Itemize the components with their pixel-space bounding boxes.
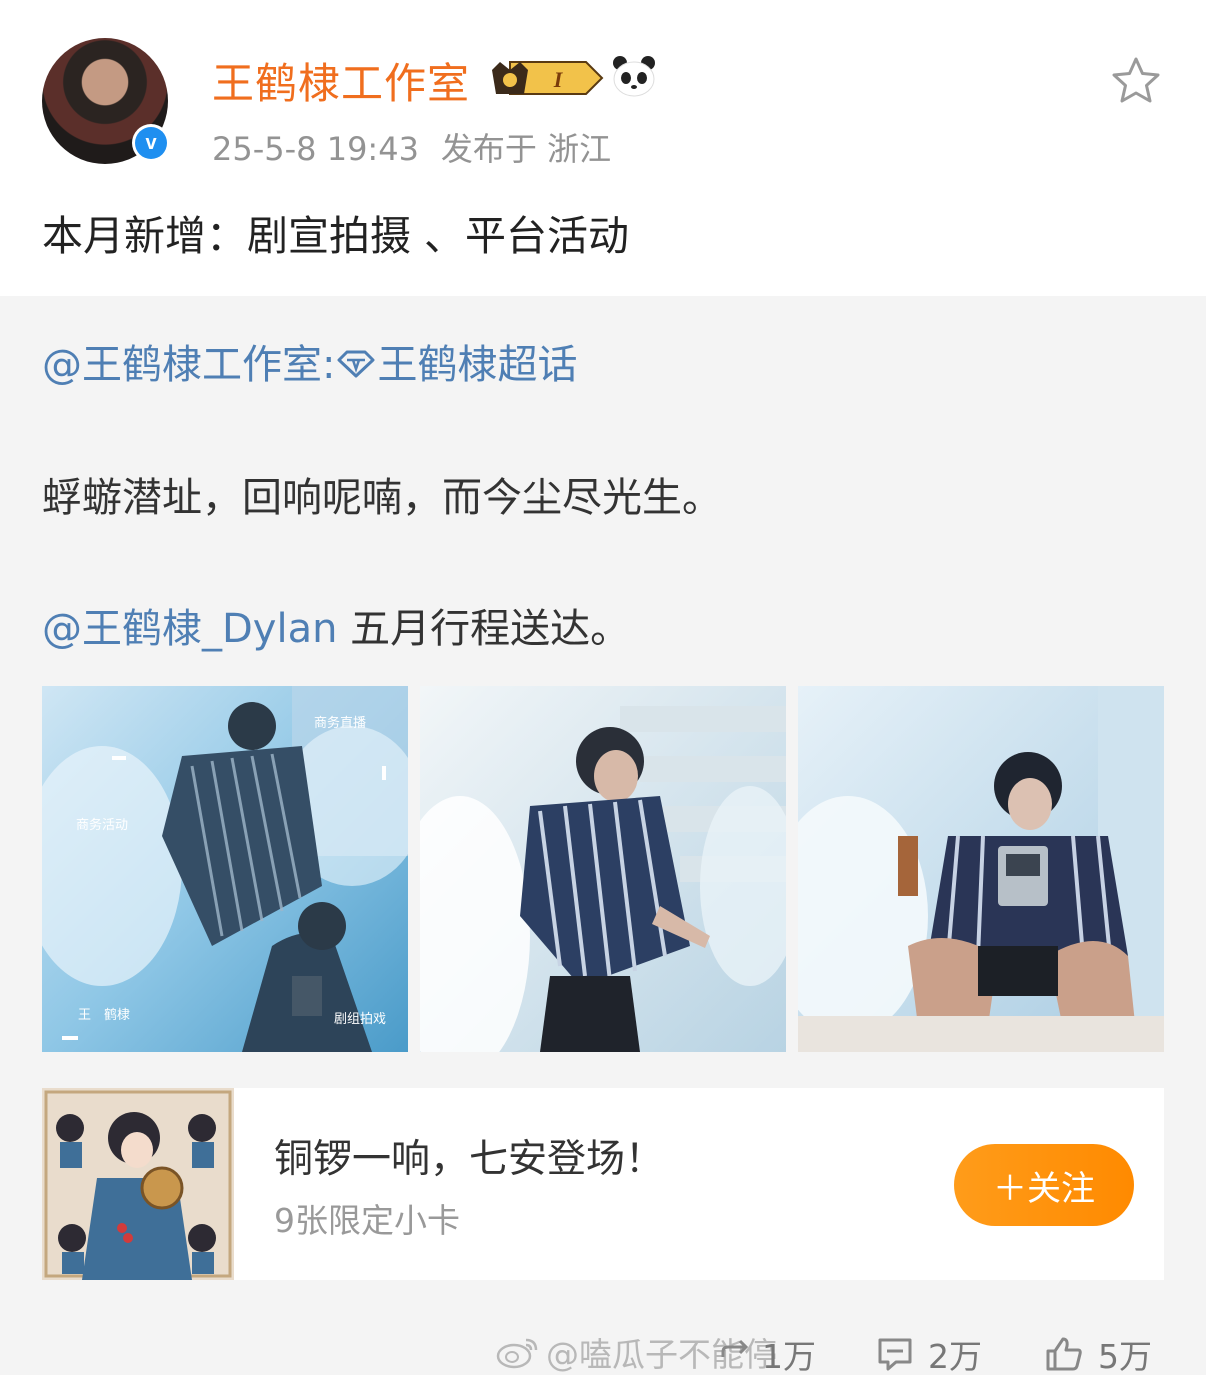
photo-3[interactable] [798,686,1164,1052]
action-bar: @嗑瓜子不能停 1万 2万 5万 [0,1310,1206,1375]
post-text: 本月新增：剧宣拍摄 、平台活动 [42,212,630,260]
mention-link[interactable]: @王鹤棣_Dylan [42,606,337,652]
verified-icon: v [132,124,170,162]
repost-icon [721,1339,748,1357]
supertopic-link[interactable]: 王鹤棣超话 [377,342,577,388]
weibo-logo-icon [496,1338,538,1369]
repost-action[interactable]: 1万 [720,1330,816,1375]
svg-text:I: I [553,67,564,92]
promo-card[interactable]: 铜锣一响，七安登场！ 9张限定小卡 ＋关注 [42,1088,1164,1280]
comment-icon [878,1338,912,1371]
post-meta: 25-5-8 19:43 发布于 浙江 [212,124,611,170]
panda-icon [613,56,655,97]
like-icon [1046,1337,1082,1371]
photo-1[interactable]: 商务直播 商务活动 王 鹤棣 剧组拍戏 [42,686,408,1052]
photo-label-name: 王 鹤棣 [78,1008,131,1023]
star-icon[interactable] [1110,56,1162,106]
photo-2[interactable] [420,686,786,1052]
repost-author-link[interactable]: @王鹤棣工作室: [42,342,335,388]
card-thumbnail [42,1088,234,1280]
photo-label-business-live: 商务直播 [314,716,367,731]
post-time: 25-5-8 19:43 [212,130,419,168]
mention-suffix: 五月行程送达。 [337,606,631,652]
repost-author-line: @王鹤棣工作室: 王鹤棣超话 [42,332,577,390]
vip-badge-icon: I [492,61,604,95]
follow-button[interactable]: ＋关注 [954,1144,1134,1226]
photo-2-image [420,686,786,1052]
repost-mention-line: @王鹤棣_Dylan 五月行程送达。 [42,596,630,654]
photo-label-business-activity: 商务活动 [76,818,129,833]
author-name[interactable]: 王鹤棣工作室 [212,50,470,111]
post-header: v 王鹤棣工作室 I 25-5-8 19:43 发布于 浙江 本月新增：剧宣拍摄 … [0,0,1206,296]
repost-text: 蜉蝣潜址，回响呢喃，而今尘尽光生。 [42,475,722,521]
comment-action[interactable]: 2万 [876,1330,982,1375]
avatar[interactable]: v [42,38,170,164]
photo-label-crew-shoot: 剧组拍戏 [334,1012,387,1027]
supertopic-diamond-icon [337,350,375,378]
photo-1-image [42,686,408,1052]
comment-count: 2万 [928,1337,982,1375]
post-location: 发布于 浙江 [440,130,612,168]
card-subtitle: 9张限定小卡 [274,1201,460,1240]
like-count: 5万 [1098,1337,1152,1375]
repost-count: 1万 [762,1337,816,1375]
like-action[interactable]: 5万 [1044,1330,1152,1375]
photo-3-image [798,686,1164,1052]
card-title: 铜锣一响，七安登场！ [274,1137,665,1182]
